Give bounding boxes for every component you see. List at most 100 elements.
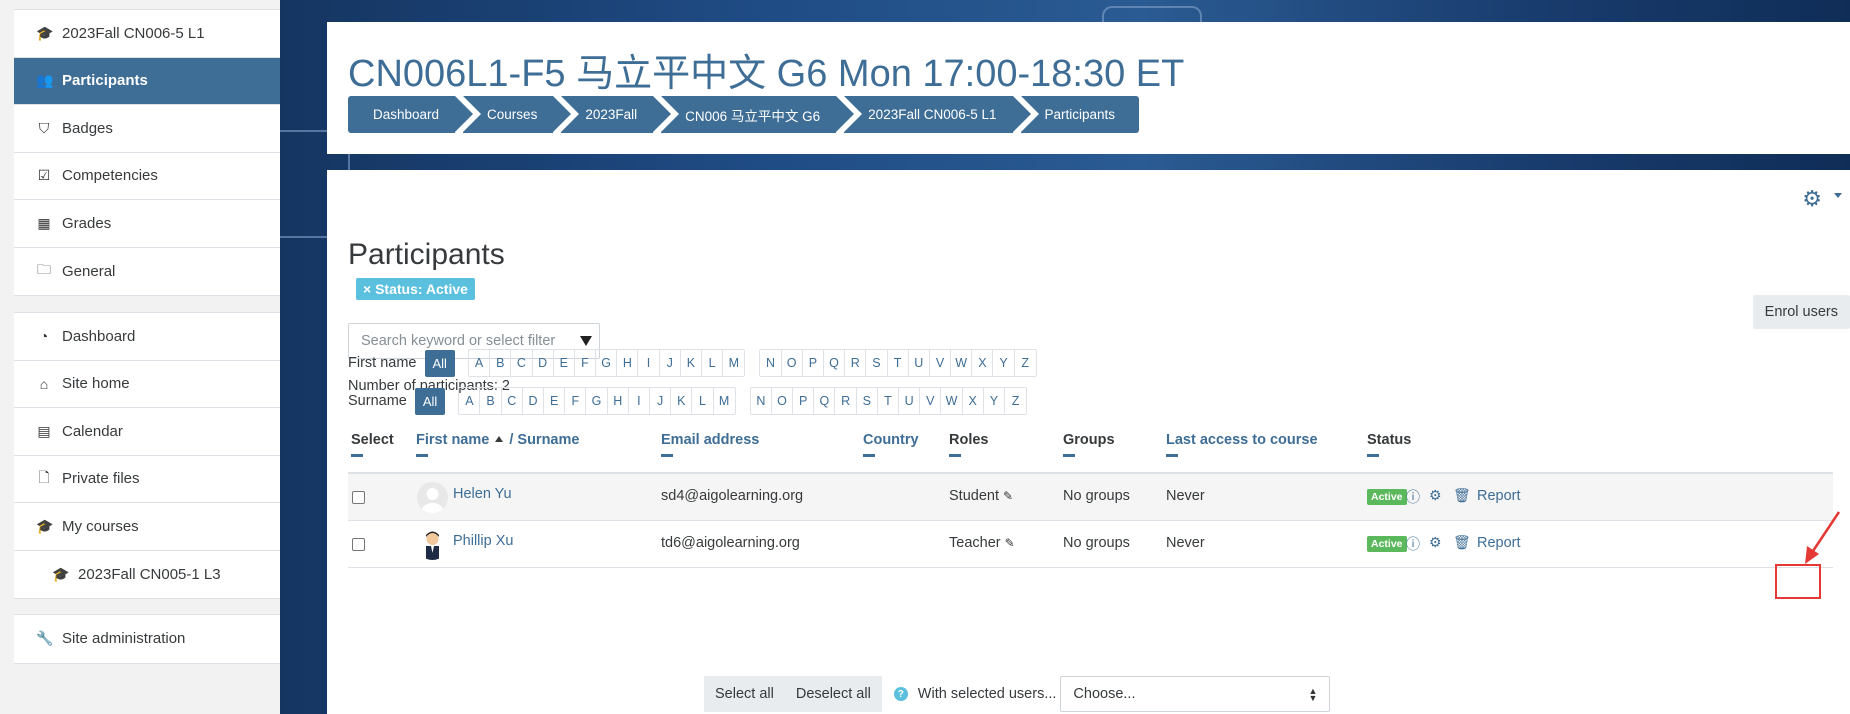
breadcrumb-participants[interactable]: Participants (1020, 96, 1140, 133)
first-name-letter-l[interactable]: L (702, 350, 724, 376)
row-select-checkbox[interactable] (352, 538, 365, 551)
first-name-letter-b[interactable]: B (490, 350, 512, 376)
surname-letter-b[interactable]: B (480, 388, 502, 414)
surname-letter-i[interactable]: I (629, 388, 650, 414)
nav-item-private-files[interactable]: 🗋 Private files (14, 456, 280, 503)
nav-item-site-administration[interactable]: 🔧 Site administration (14, 615, 280, 663)
info-icon[interactable]: ⓘ (1406, 534, 1420, 554)
first-name-letter-u[interactable]: U (909, 350, 930, 376)
first-name-letter-d[interactable]: D (533, 350, 554, 376)
collapse-icon[interactable] (351, 454, 363, 457)
surname-letter-t[interactable]: T (878, 388, 900, 414)
surname-letter-f[interactable]: F (565, 388, 587, 414)
surname-letter-l[interactable]: L (692, 388, 714, 414)
surname-letter-z[interactable]: Z (1005, 388, 1026, 414)
first-name-letter-x[interactable]: X (972, 350, 994, 376)
first-name-letter-t[interactable]: T (888, 350, 909, 376)
surname-all-button[interactable]: All (414, 387, 446, 415)
first-name-letter-w[interactable]: W (951, 350, 973, 376)
breadcrumb-2023fall[interactable]: 2023Fall (561, 96, 671, 133)
deselect-all-button[interactable]: Deselect all (784, 676, 882, 712)
surname-letter-q[interactable]: Q (814, 388, 836, 414)
surname-letter-n[interactable]: N (751, 388, 772, 414)
surname-letter-s[interactable]: S (857, 388, 878, 414)
first-name-letter-r[interactable]: R (845, 350, 867, 376)
row-select-checkbox[interactable] (352, 491, 365, 504)
trash-icon[interactable]: 🗑 (1453, 487, 1471, 504)
avatar[interactable] (417, 529, 448, 560)
surname-letter-v[interactable]: V (920, 388, 942, 414)
report-link[interactable]: Report (1477, 535, 1521, 551)
surname-letter-d[interactable]: D (523, 388, 545, 414)
nav-item-course[interactable]: 🎓 2023Fall CN006-5 L1 (14, 10, 280, 58)
first-name-letter-q[interactable]: Q (824, 350, 846, 376)
gear-icon[interactable]: ⚙ (1802, 186, 1822, 212)
report-link[interactable]: Report (1477, 488, 1521, 504)
surname-letter-e[interactable]: E (544, 388, 566, 414)
surname-letter-y[interactable]: Y (984, 388, 1005, 414)
first-name-letter-k[interactable]: K (681, 350, 703, 376)
bulk-action-select[interactable]: Choose... ▲ ▼ (1060, 676, 1331, 712)
surname-letter-h[interactable]: H (608, 388, 629, 414)
pencil-icon[interactable]: ✎ (1003, 489, 1013, 503)
dropdown-arrow-icon[interactable] (580, 336, 592, 346)
nav-item-site-home[interactable]: ⌂ Site home (14, 361, 280, 408)
nav-item-course-cn005[interactable]: 🎓 2023Fall CN005-1 L3 (14, 551, 280, 599)
select-all-button[interactable]: Select all (704, 676, 785, 712)
help-icon[interactable]: ? (893, 687, 908, 701)
first-name-letter-j[interactable]: J (660, 350, 681, 376)
surname-letter-w[interactable]: W (941, 388, 963, 414)
nav-item-grades[interactable]: ▦ Grades (14, 200, 280, 248)
surname-letter-p[interactable]: P (793, 388, 815, 414)
country-header[interactable]: Country (863, 432, 919, 457)
info-icon[interactable]: ⓘ (1406, 487, 1420, 507)
collapse-icon[interactable] (661, 454, 673, 457)
avatar[interactable] (417, 482, 448, 513)
first-name-letter-n[interactable]: N (760, 350, 782, 376)
surname-letter-o[interactable]: O (772, 388, 794, 414)
collapse-icon[interactable] (1166, 454, 1178, 457)
surname-letter-k[interactable]: K (671, 388, 693, 414)
surname-letter-g[interactable]: G (586, 388, 608, 414)
first-name-letter-p[interactable]: P (803, 350, 824, 376)
first-name-letter-v[interactable]: V (930, 350, 952, 376)
breadcrumb-category[interactable]: CN006 马立平中文 G6 (661, 96, 855, 133)
nav-item-general[interactable]: 🗀 General (14, 248, 280, 296)
gear-icon[interactable]: ⚙ (1429, 534, 1442, 551)
collapse-icon[interactable] (1367, 454, 1379, 457)
surname-letter-x[interactable]: X (963, 388, 984, 414)
first-name-letter-s[interactable]: S (866, 350, 888, 376)
trash-icon[interactable]: 🗑 (1453, 534, 1471, 551)
nav-item-badges[interactable]: ⛉ Badges (14, 105, 280, 153)
last-access-header[interactable]: Last access to course (1166, 432, 1318, 457)
first-name-letter-o[interactable]: O (782, 350, 803, 376)
collapse-icon[interactable] (416, 454, 428, 457)
nav-item-my-courses[interactable]: 🎓 My courses (14, 503, 280, 551)
nav-item-dashboard[interactable]: ◔ Dashboard (14, 313, 280, 361)
first-name-letter-f[interactable]: F (575, 350, 597, 376)
collapse-icon[interactable] (949, 454, 961, 457)
enrol-users-button[interactable]: Enrol users (1752, 295, 1850, 329)
surname-letter-a[interactable]: A (459, 388, 481, 414)
collapse-icon[interactable] (863, 454, 875, 457)
surname-header[interactable]: / Surname (509, 432, 579, 448)
surname-letter-c[interactable]: C (502, 388, 523, 414)
breadcrumb-courses[interactable]: Courses (463, 96, 572, 133)
nav-item-competencies[interactable]: ☑ Competencies (14, 153, 280, 200)
first-name-letter-h[interactable]: H (617, 350, 639, 376)
breadcrumb-course[interactable]: 2023Fall CN006-5 L1 (844, 96, 1031, 133)
first-name-header[interactable]: First name / Surname (416, 432, 579, 457)
first-name-letter-e[interactable]: E (554, 350, 575, 376)
nav-item-participants[interactable]: 👥 Participants (14, 57, 280, 105)
first-name-all-button[interactable]: All (424, 349, 455, 377)
surname-letter-j[interactable]: J (650, 388, 672, 414)
participant-name-link[interactable]: Phillip Xu (453, 533, 513, 549)
first-name-letter-c[interactable]: C (511, 350, 533, 376)
participant-name-link[interactable]: Helen Yu (453, 486, 512, 502)
pencil-icon[interactable]: ✎ (1005, 536, 1015, 550)
breadcrumb-dashboard[interactable]: Dashboard (348, 96, 474, 133)
chevron-down-icon[interactable] (1834, 193, 1842, 198)
first-name-letter-z[interactable]: Z (1015, 350, 1036, 376)
first-name-letter-g[interactable]: G (596, 350, 618, 376)
first-name-letter-y[interactable]: Y (993, 350, 1015, 376)
